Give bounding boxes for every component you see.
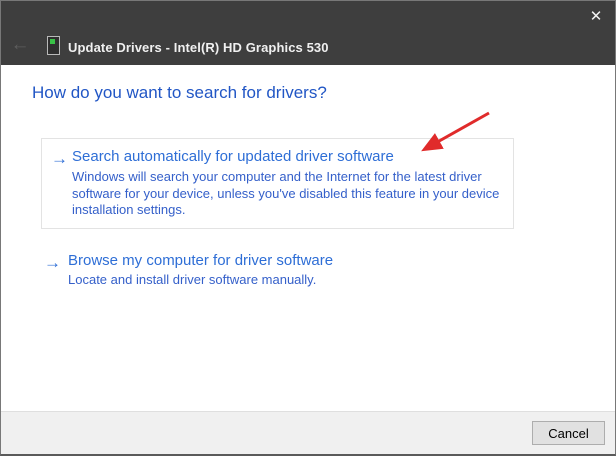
- cancel-button[interactable]: Cancel: [532, 421, 605, 445]
- close-button[interactable]: ✕: [585, 7, 607, 27]
- option-search-automatically[interactable]: → Search automatically for updated drive…: [41, 138, 514, 229]
- option-title: Browse my computer for driver software: [68, 252, 333, 269]
- title-bar: ✕ ← Update Drivers - Intel(R) HD Graphic…: [1, 1, 615, 65]
- forward-arrow-icon: →: [51, 150, 68, 167]
- back-icon: ←: [11, 34, 30, 55]
- window-title: Update Drivers - Intel(R) HD Graphics 53…: [68, 40, 329, 55]
- footer-bar: Cancel: [1, 411, 615, 454]
- close-icon: ✕: [590, 8, 603, 25]
- device-led: [50, 39, 55, 44]
- update-drivers-dialog: ✕ ← Update Drivers - Intel(R) HD Graphic…: [0, 0, 616, 456]
- device-icon: [47, 36, 60, 55]
- option-browse-computer[interactable]: → Browse my computer for driver software…: [41, 245, 514, 287]
- page-title: How do you want to search for drivers?: [32, 83, 327, 103]
- forward-arrow-icon: →: [44, 254, 61, 271]
- option-description: Locate and install driver software manua…: [68, 272, 515, 289]
- back-button[interactable]: ←: [8, 34, 32, 56]
- option-title: Search automatically for updated driver …: [72, 148, 394, 165]
- option-description: Windows will search your computer and th…: [72, 169, 519, 219]
